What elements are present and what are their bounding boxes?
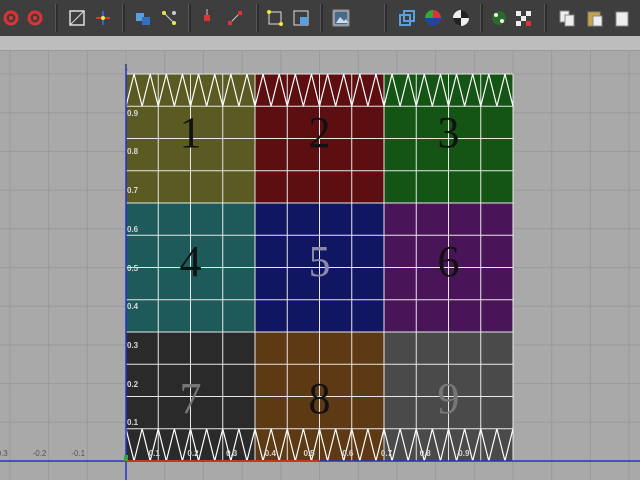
color-wheel-icon[interactable] — [490, 9, 508, 27]
tile-number-5: 5 — [308, 236, 331, 286]
u-tick-label: 0.7 — [380, 449, 393, 458]
u-tick-label: 0.1 — [148, 449, 160, 458]
u-tick-label: 0.9 — [458, 449, 470, 458]
tile-number-7: 7 — [179, 373, 202, 423]
u-tick-label: 0.6 — [342, 449, 354, 458]
v-tick-label: 0.7 — [127, 186, 139, 196]
tile-number-8: 8 — [308, 373, 331, 423]
select-icon[interactable] — [160, 9, 178, 27]
checker-icon[interactable] — [452, 9, 470, 27]
tile-number-3: 3 — [437, 107, 460, 157]
more-icon[interactable] — [614, 9, 632, 27]
u-tick-label: -0.1 — [71, 449, 86, 458]
tile-number-9: 9 — [437, 373, 460, 423]
tile-number-1: 1 — [179, 107, 202, 157]
v-tick-label: 0.3 — [127, 340, 139, 350]
tile-number-6: 6 — [437, 236, 460, 286]
uv-texture-viewport[interactable]: 1 0.9 0.8 0.7 0.6 0.5 0.4 0.3 0.2 0.1 -0.3 -0.2 -0… — [0, 51, 640, 480]
u-tick-label: 0.5 — [303, 449, 315, 458]
uv-editor-toolbar — [0, 0, 640, 37]
v-tick-label: 0.4 — [127, 302, 139, 312]
u-tick-label: 0.3 — [226, 449, 238, 458]
v-tick-label: 0.1 — [127, 418, 139, 428]
v-tick-label: 0.9 — [127, 108, 139, 118]
v-tick-label: 0.6 — [127, 224, 139, 234]
u-tick-label: -0.2 — [32, 449, 47, 458]
copy-icon[interactable] — [558, 9, 576, 27]
u-tick-label: 0.4 — [264, 449, 276, 458]
u-tick-label: 0.2 — [187, 449, 199, 458]
tile-number-2: 2 — [308, 107, 331, 157]
u-tick-label: 0.8 — [419, 449, 431, 458]
tile-number-4: 4 — [179, 236, 202, 286]
image-icon[interactable] — [332, 9, 350, 27]
grid-toggle-icon[interactable] — [68, 9, 86, 27]
toolbar-shelf-strip — [0, 36, 640, 51]
uv-checker-icon[interactable] — [514, 9, 532, 27]
rgb-channel-icon[interactable] — [424, 9, 442, 27]
unfold-icon[interactable] — [266, 9, 284, 27]
uv-layout-icon[interactable] — [134, 9, 152, 27]
v-tick-label: 0.2 — [127, 379, 139, 389]
layout-rect-icon[interactable] — [292, 9, 310, 27]
u-tick-label: -0.3 — [0, 449, 8, 458]
move-icon[interactable] — [94, 9, 112, 27]
paste-icon[interactable] — [586, 9, 604, 27]
snap-icon[interactable] — [198, 9, 216, 27]
v-tick-label: 0.5 — [127, 263, 139, 273]
normalize-icon[interactable] — [226, 9, 244, 27]
v-tick-label: 0.8 — [127, 147, 139, 157]
shaded-icon[interactable] — [398, 9, 416, 27]
origin-marker — [124, 455, 128, 461]
redo-icon[interactable] — [26, 9, 44, 27]
undo-icon[interactable] — [2, 9, 20, 27]
v-axis-top-label: 1 — [124, 63, 129, 72]
